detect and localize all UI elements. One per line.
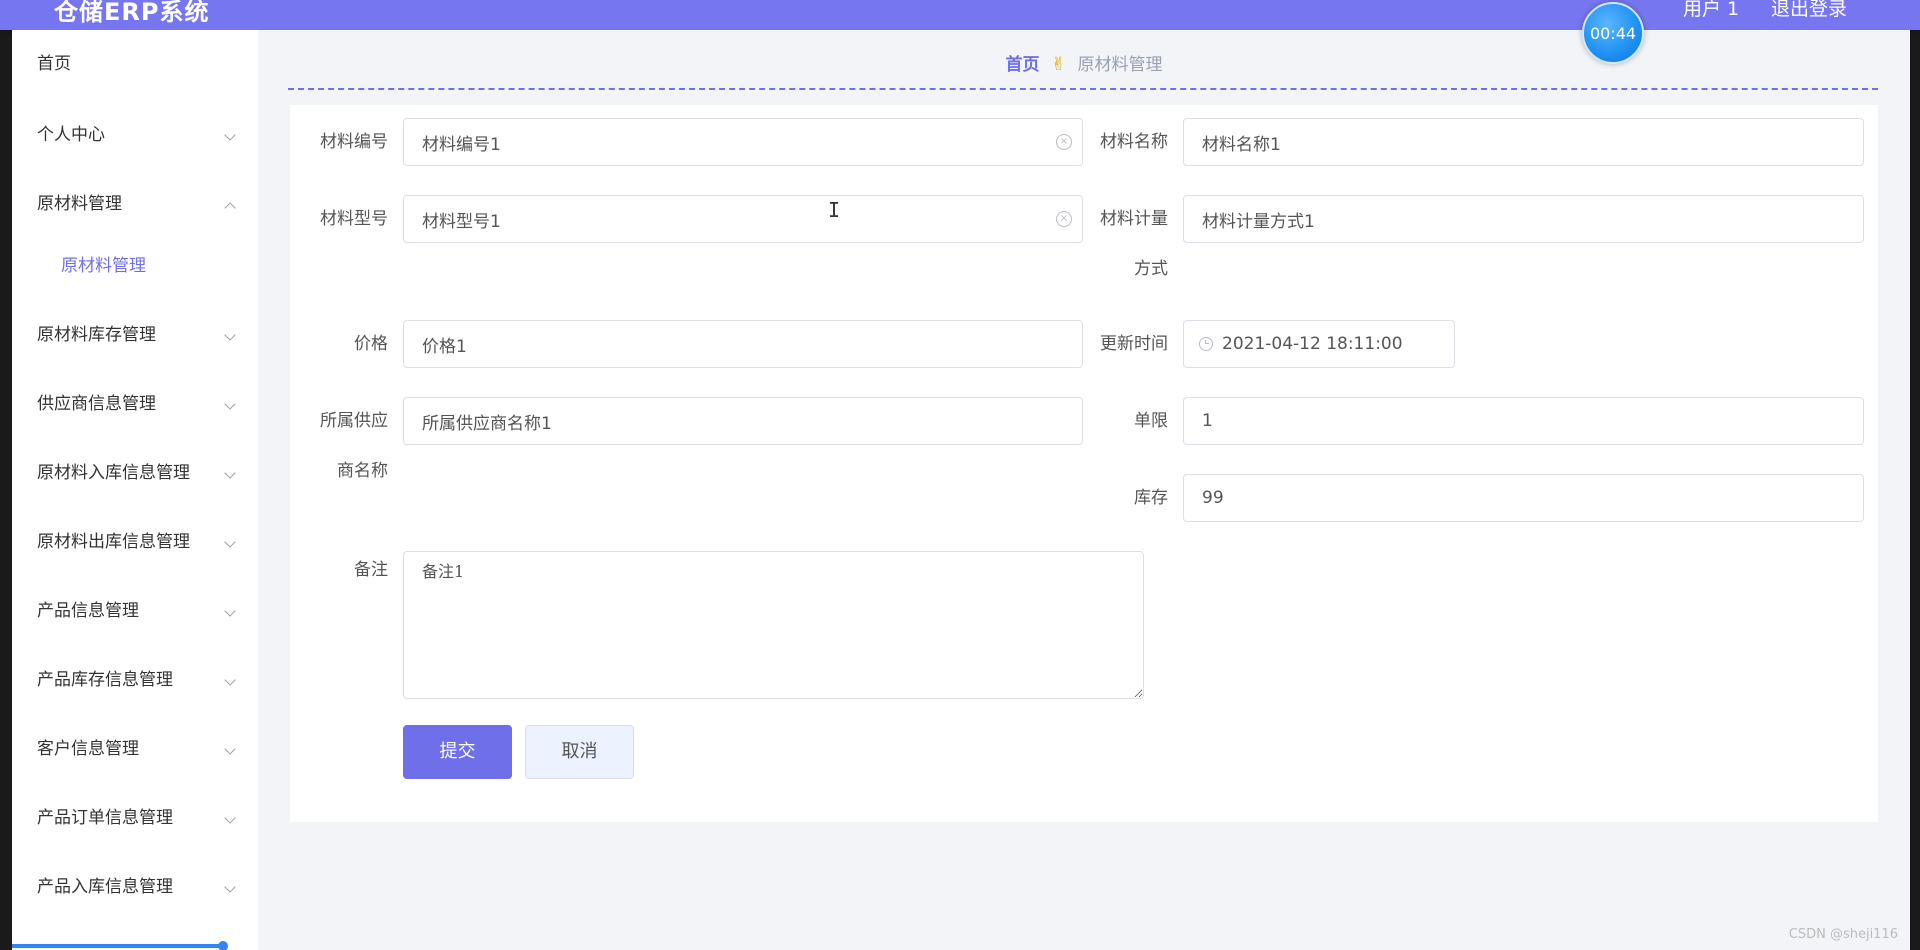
material-edit-form: 材料编号 × 材料名称 材料型号 × I 材料计量 方式 价格 更新时间 所属供… xyxy=(290,105,1878,822)
sidebar-item-raw-material-inbound[interactable]: 原材料入库信息管理 xyxy=(12,453,258,493)
sidebar-subitem-label: 原材料管理 xyxy=(61,256,146,276)
chevron-down-icon xyxy=(224,743,236,755)
sidebar-subitem-raw-material-management[interactable]: 原材料管理 xyxy=(12,246,258,286)
sidebar-item-label: 原材料出库信息管理 xyxy=(37,532,190,552)
chevron-down-icon xyxy=(224,129,236,141)
chevron-down-icon xyxy=(224,398,236,410)
timer-badge: 00:44 xyxy=(1582,2,1644,64)
sidebar-item-label: 原材料管理 xyxy=(37,194,122,214)
chevron-down-icon xyxy=(224,536,236,548)
sidebar-item-label: 产品入库信息管理 xyxy=(37,877,173,897)
sidebar-item-supplier-info[interactable]: 供应商信息管理 xyxy=(12,384,258,424)
limit-input[interactable] xyxy=(1183,397,1864,445)
sidebar-item-product-order[interactable]: 产品订单信息管理 xyxy=(12,798,258,838)
breadcrumb: 首页 ✌ 原材料管理 xyxy=(258,50,1910,75)
sidebar-item-label: 供应商信息管理 xyxy=(37,394,156,414)
remark-label: 备注 xyxy=(354,560,388,580)
price-input[interactable] xyxy=(403,320,1083,368)
current-user-label: 用户 1 xyxy=(1683,0,1740,20)
sidebar-item-raw-material-outbound[interactable]: 原材料出库信息管理 xyxy=(12,522,258,562)
measure-method-label-line2: 方式 xyxy=(1134,259,1168,279)
sidebar-item-label: 原材料入库信息管理 xyxy=(37,463,190,483)
hand-pointer-icon: ✌ xyxy=(1050,54,1067,75)
sidebar-item-product-inbound[interactable]: 产品入库信息管理 xyxy=(12,867,258,907)
sidebar-item-product-info[interactable]: 产品信息管理 xyxy=(12,591,258,631)
sidebar-item-label: 原材料库存管理 xyxy=(37,325,156,345)
sidebar-item-label: 客户信息管理 xyxy=(37,739,139,759)
supplier-name-label-line1: 所属供应 xyxy=(320,411,388,431)
sidebar-item-raw-material-inventory[interactable]: 原材料库存管理 xyxy=(12,315,258,355)
sidebar-menu: 首页 个人中心 原材料管理 原材料管理 原材料库存管理 供应商信息管理 原材料入… xyxy=(12,30,258,950)
submit-button[interactable]: 提交 xyxy=(403,725,512,779)
sidebar-item-raw-material-management[interactable]: 原材料管理 xyxy=(12,184,258,224)
app-title: 仓储ERP系统 xyxy=(54,0,210,26)
material-model-label: 材料型号 xyxy=(320,209,388,229)
chevron-up-icon xyxy=(224,202,236,214)
sidebar-scrollbar-handle[interactable] xyxy=(218,941,228,950)
sidebar-item-label: 个人中心 xyxy=(37,125,105,145)
sidebar-item-label: 产品订单信息管理 xyxy=(37,808,173,828)
update-time-picker[interactable] xyxy=(1183,320,1455,368)
text-cursor-icon: I xyxy=(828,198,841,222)
chevron-down-icon xyxy=(224,467,236,479)
chevron-down-icon xyxy=(224,881,236,893)
sidebar-item-product-inventory[interactable]: 产品库存信息管理 xyxy=(12,660,258,700)
sidebar-item-label: 产品库存信息管理 xyxy=(37,670,173,690)
material-model-input[interactable] xyxy=(403,195,1083,243)
material-name-input[interactable] xyxy=(1183,118,1864,166)
breadcrumb-current: 原材料管理 xyxy=(1077,55,1163,75)
sidebar-item-personal-center[interactable]: 个人中心 xyxy=(12,115,258,155)
measure-method-label-line1: 材料计量 xyxy=(1100,209,1168,229)
clock-icon xyxy=(1199,337,1213,351)
material-code-label: 材料编号 xyxy=(320,132,388,152)
chevron-down-icon xyxy=(224,674,236,686)
logout-link[interactable]: 退出登录 xyxy=(1771,0,1847,21)
sidebar-item-label: 首页 xyxy=(37,54,71,74)
clear-icon[interactable]: × xyxy=(1056,211,1072,227)
update-time-label: 更新时间 xyxy=(1100,334,1168,354)
supplier-name-input[interactable] xyxy=(403,397,1083,445)
chevron-down-icon xyxy=(224,605,236,617)
cancel-button[interactable]: 取消 xyxy=(525,725,634,779)
main-content: 首页 ✌ 原材料管理 材料编号 × 材料名称 材料型号 × I 材料计量 方式 … xyxy=(258,30,1910,950)
breadcrumb-home-link[interactable]: 首页 xyxy=(1006,55,1040,75)
chevron-down-icon xyxy=(224,812,236,824)
sidebar-item-home[interactable]: 首页 xyxy=(12,44,258,84)
sidebar-item-customer-info[interactable]: 客户信息管理 xyxy=(12,729,258,769)
stock-label: 库存 xyxy=(1134,488,1168,508)
sidebar-item-label: 产品信息管理 xyxy=(37,601,139,621)
supplier-name-label-line2: 商名称 xyxy=(337,461,388,481)
material-name-label: 材料名称 xyxy=(1100,132,1168,152)
chevron-down-icon xyxy=(224,329,236,341)
clear-icon[interactable]: × xyxy=(1056,134,1072,150)
sidebar-scrollbar[interactable] xyxy=(12,944,222,948)
remark-textarea[interactable]: 备注1 xyxy=(403,551,1144,699)
measure-method-input[interactable] xyxy=(1183,195,1864,243)
breadcrumb-divider xyxy=(288,88,1878,90)
price-label: 价格 xyxy=(354,334,388,354)
material-code-input[interactable] xyxy=(403,118,1083,166)
stock-input[interactable] xyxy=(1183,474,1864,522)
watermark: CSDN @sheji116 xyxy=(1788,927,1898,942)
limit-label: 单限 xyxy=(1134,411,1168,431)
